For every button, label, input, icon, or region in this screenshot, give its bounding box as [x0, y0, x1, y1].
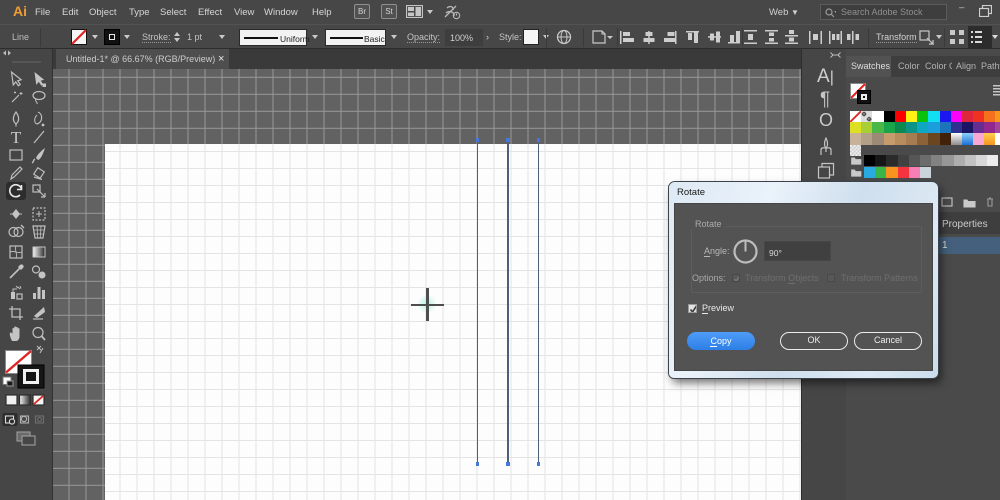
- svg-text:T: T: [11, 128, 22, 147]
